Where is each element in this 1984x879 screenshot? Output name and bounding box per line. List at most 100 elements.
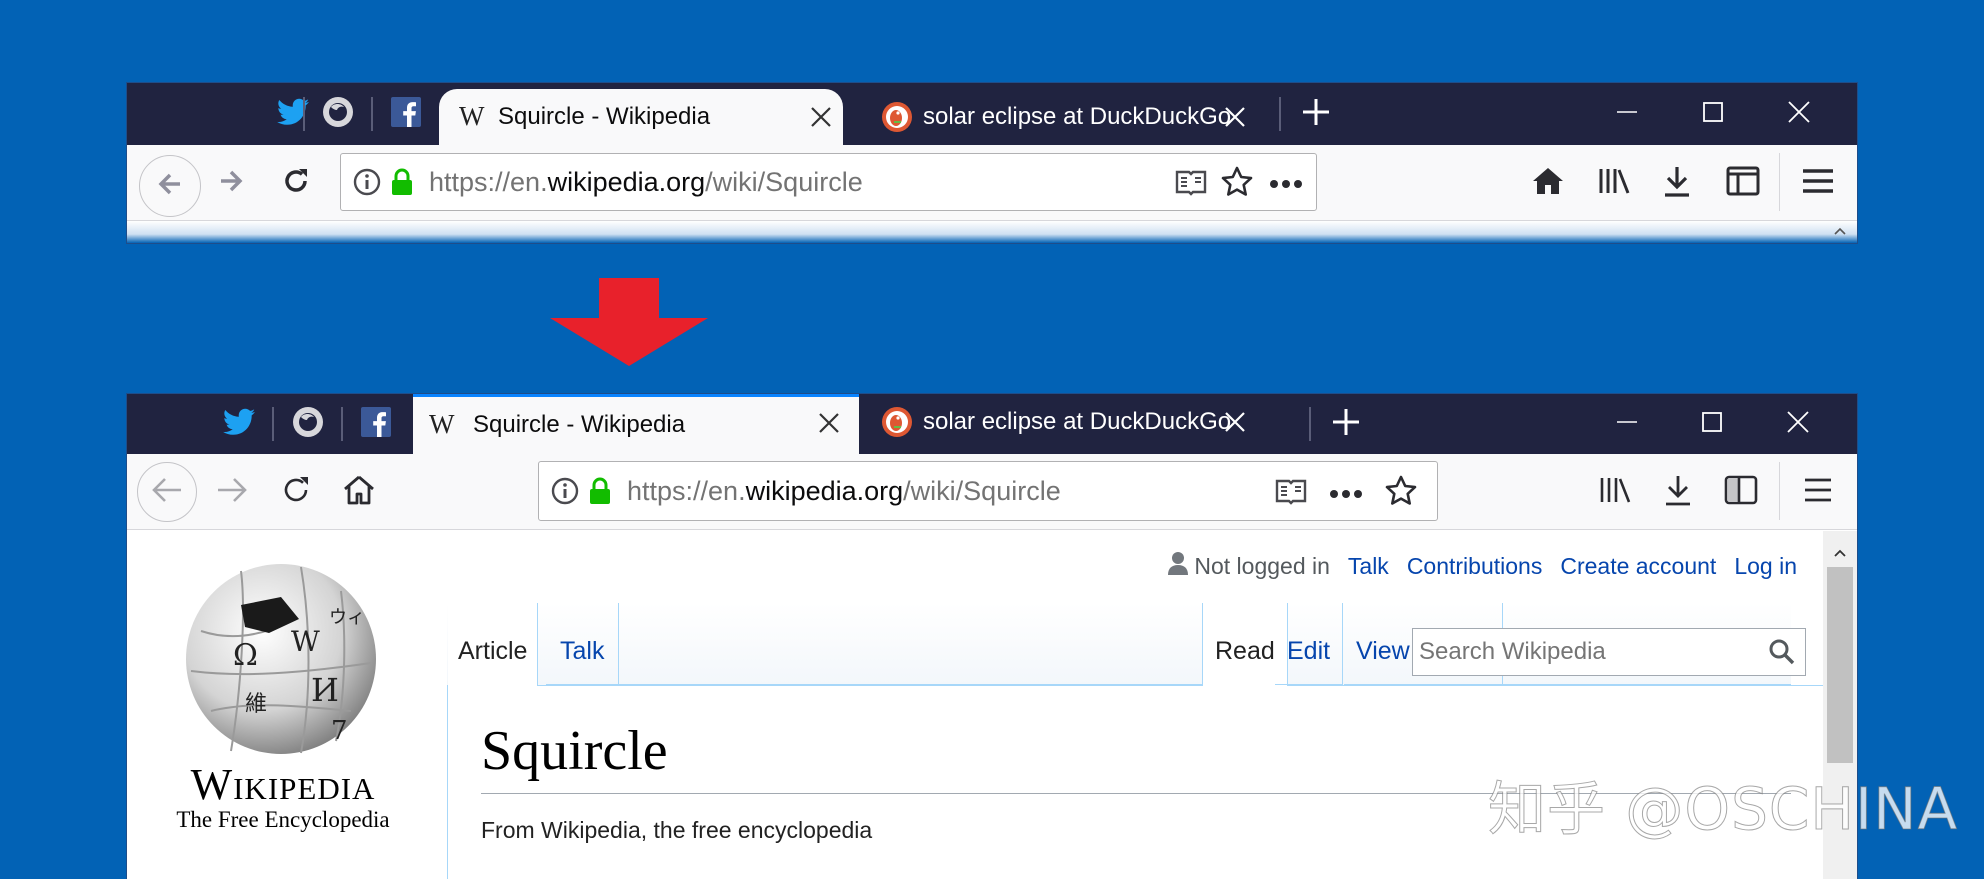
close-tab-icon[interactable] [813,407,845,439]
svg-text:W: W [291,625,320,658]
back-arrow-icon [151,476,183,509]
svg-text:維: 維 [245,692,267,717]
firefox-icon [322,96,354,133]
search-icon[interactable] [1769,639,1795,670]
wikipedia-tagline: The Free Encyclopedia [176,807,390,832]
create-account-link[interactable]: Create account [1560,553,1716,580]
library-button[interactable] [1592,161,1636,205]
tab-duckduckgo[interactable]: solar eclipse at DuckDuckGo [879,394,1279,454]
reload-button[interactable] [274,161,318,205]
info-icon[interactable] [551,477,579,510]
reload-button[interactable] [274,470,318,514]
tab-edit-label: Edit [1287,637,1331,665]
download-icon [1664,474,1692,511]
tab-separator [371,97,373,131]
maximize-button[interactable] [1689,401,1735,447]
url-text: https://en.wikipedia.org/wiki/Squircle [429,167,863,197]
down-arrow [550,278,708,371]
forward-button[interactable] [210,470,254,514]
close-tab-icon[interactable] [1219,406,1251,438]
pinned-tab-twitter[interactable] [215,400,263,448]
close-tab-icon[interactable] [1219,101,1251,133]
tab-squircle-wikipedia[interactable]: W Squircle - Wikipedia [439,89,843,145]
sidebar-button[interactable] [1719,470,1763,514]
back-button[interactable] [139,155,201,217]
back-button[interactable] [137,462,197,522]
tab-read-label: Read [1215,637,1275,665]
wikipedia-w-icon: W [429,409,455,439]
maximize-icon [1702,101,1724,128]
nav-toolbar: https://en.wikipedia.org/wiki/Squircle [127,454,1857,530]
pinned-tab-firefox[interactable] [314,90,362,138]
bookmark-star-icon[interactable] [1221,166,1253,203]
url-bar[interactable]: https://en.wikipedia.org/wiki/Squircle [538,461,1438,521]
watermark: 知乎 @OSCHINA [1487,775,1959,844]
downloads-button[interactable] [1656,470,1700,514]
not-logged-in: Not logged in [1168,551,1330,581]
tab-talk-label: Talk [560,637,605,665]
contributions-link[interactable]: Contributions [1407,553,1543,580]
new-tab-button[interactable] [1293,91,1339,137]
home-icon [343,474,375,511]
url-bar[interactable]: https://en.wikipedia.org/wiki/Squircle [340,153,1317,211]
search-input[interactable] [1419,637,1759,667]
menu-button[interactable] [1796,161,1840,205]
tab-strip: W Squircle - Wikipedia solar eclipse at … [127,394,1857,454]
close-window-button[interactable] [1775,401,1821,447]
sidebar-button[interactable] [1721,161,1765,205]
tab-duckduckgo[interactable]: solar eclipse at DuckDuckGo [875,89,1265,145]
pinned-tab-facebook[interactable] [382,90,430,138]
page-actions-icon[interactable] [1329,486,1363,504]
scroll-up-icon[interactable] [1833,223,1847,241]
downloads-button[interactable] [1655,161,1699,205]
minimize-button[interactable] [1604,401,1650,447]
close-tab-icon[interactable] [805,101,837,133]
tab-edit[interactable]: Edit [1275,603,1344,685]
wikipedia-globe-logo[interactable]: Ω W И 維 ウィ 7 [181,561,381,762]
close-icon [1786,410,1810,439]
pinned-tab-twitter[interactable] [269,90,317,138]
new-tab-button[interactable] [1323,401,1369,447]
user-talk-link[interactable]: Talk [1348,553,1389,580]
personal-tools: Not logged in Talk Contributions Create … [1168,551,1797,581]
pinned-tab-firefox[interactable] [284,400,332,448]
tab-talk[interactable]: Talk [546,603,620,685]
tab-squircle-wikipedia[interactable]: W Squircle - Wikipedia [413,394,859,454]
forward-arrow-icon [217,167,245,200]
toolbar-divider [1779,153,1780,211]
tab-separator [303,97,305,131]
maximize-button[interactable] [1690,91,1736,137]
menu-button[interactable] [1796,470,1840,514]
forward-button[interactable] [209,161,253,205]
maximize-icon [1701,411,1723,438]
sidebar-icon [1726,166,1760,201]
scrollbar-thumb[interactable] [1827,567,1853,763]
home-button[interactable] [337,470,381,514]
home-button[interactable] [1526,161,1570,205]
library-button[interactable] [1593,470,1637,514]
pinned-tab-facebook[interactable] [352,400,400,448]
minimize-icon [1616,411,1638,438]
info-icon[interactable] [353,168,381,201]
minimize-button[interactable] [1604,91,1650,137]
tab-article[interactable]: Article [448,603,539,686]
forward-arrow-icon [216,476,248,509]
scroll-up-icon[interactable] [1833,545,1847,563]
tab-title: solar eclipse at DuckDuckGo [923,103,1232,130]
plus-icon [1331,407,1361,442]
bookmark-star-icon[interactable] [1385,475,1417,512]
reader-view-icon[interactable] [1175,168,1207,201]
page-actions-icon[interactable] [1269,176,1303,194]
not-logged-in-label: Not logged in [1194,552,1330,579]
tab-title: Squircle - Wikipedia [473,411,686,438]
log-in-link[interactable]: Log in [1734,553,1797,580]
wikipedia-w-icon: W [459,101,485,131]
reader-view-icon[interactable] [1275,477,1307,510]
user-icon [1168,551,1189,581]
tab-article-label: Article [458,637,528,665]
search-box[interactable] [1412,628,1806,676]
close-window-button[interactable] [1776,91,1822,137]
plus-icon [1301,97,1331,132]
facebook-icon [361,406,391,442]
tab-title: Squircle - Wikipedia [498,103,711,130]
